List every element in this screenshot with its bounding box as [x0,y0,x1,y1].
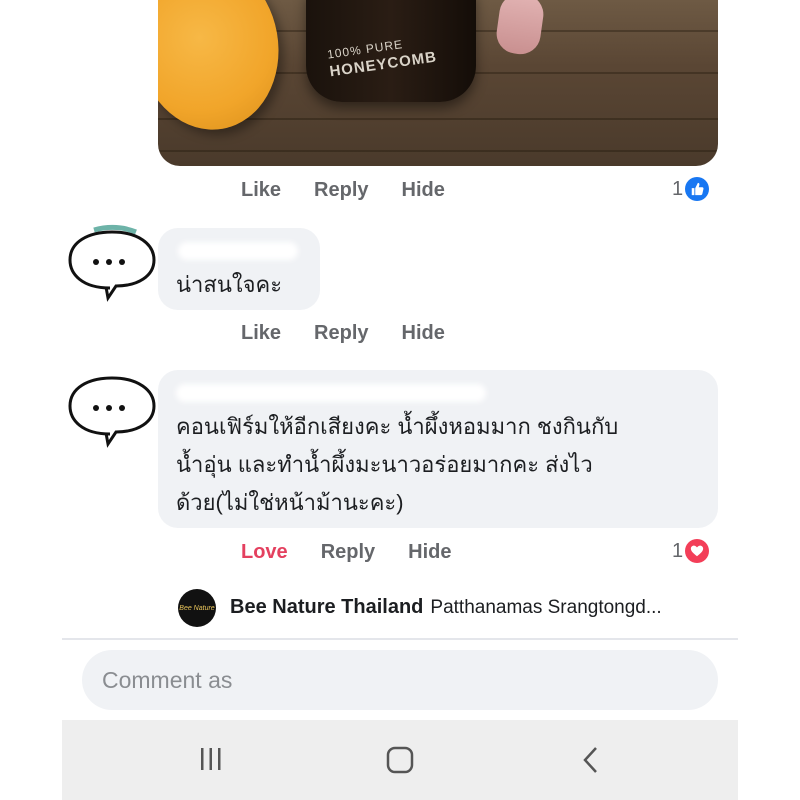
love-button[interactable]: Love [241,541,288,564]
heart-icon [685,539,710,563]
page-logo-text: Bee Nature [179,604,215,612]
comment-line: น้ำอุ่น และทำน้ำผึ้งมะนาวอร่อยมากคะ ส่งไ… [176,452,593,477]
comment1-reactions[interactable]: 1 [672,177,710,201]
like-button[interactable]: Like [241,179,281,202]
reply-button[interactable]: Reply [314,179,368,202]
like-button[interactable]: Like [241,322,281,345]
page-logo[interactable]: Bee Nature [178,589,216,627]
reaction-count: 1 [672,177,684,200]
comment-bubble[interactable]: คอนเฟิร์มให้อีกเสียงคะ น้ำผึ้งหอมมาก ชงก… [158,370,718,528]
comment3-reactions[interactable]: 1 [672,539,710,563]
comment-text: น่าสนใจคะ [176,272,283,297]
reply-button[interactable]: Reply [314,322,368,345]
comment-input[interactable]: Comment as [82,650,718,710]
comment-line: คอนเฟิร์มให้อีกเสียงคะ น้ำผึ้งหอมมาก ชงก… [176,414,619,439]
page-name[interactable]: Bee Nature Thailand [230,596,423,619]
reply-button[interactable]: Reply [321,541,375,564]
hide-button[interactable]: Hide [402,322,445,345]
recents-icon[interactable] [198,746,224,777]
system-navigation-bar [62,720,738,800]
comment-line: ด้วย(ไม่ใช่หน้าม้านะคะ) [176,490,404,515]
page-reply-preview[interactable]: Bee Nature Thailand Patthanamas Srangton… [230,596,662,619]
comment1-actions: Like Reply Hide [241,179,478,202]
comment-input-placeholder: Comment as [102,666,233,693]
hide-button[interactable]: Hide [402,179,445,202]
comment-bubble[interactable]: น่าสนใจคะ [158,228,320,310]
avatar[interactable] [66,224,158,304]
back-icon[interactable] [580,746,602,779]
commenter-name[interactable] [176,384,486,402]
comment-text: คอนเฟิร์มให้อีกเสียงคะ น้ำผึ้งหอมมาก ชงก… [176,408,706,522]
commenter-name[interactable] [178,242,298,260]
comment2-actions: Like Reply Hide [241,322,478,345]
hide-button[interactable]: Hide [408,541,451,564]
reply-preview: Patthanamas Srangtongd... [430,597,662,618]
reaction-count: 1 [672,539,684,562]
finger [494,0,546,57]
home-icon[interactable] [386,746,414,779]
comment3-actions: Love Reply Hide [241,541,485,564]
like-thumb-icon [685,177,710,201]
comment-photo[interactable]: 100% PURE HONEYCOMB [158,0,718,166]
divider [62,638,738,640]
avatar[interactable] [66,370,158,450]
